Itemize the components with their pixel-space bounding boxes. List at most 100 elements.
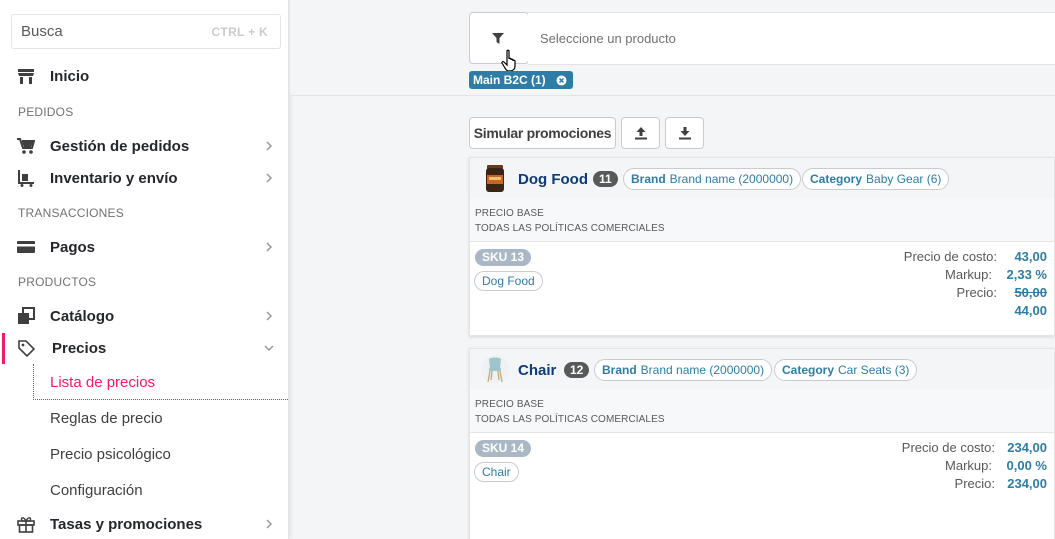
price-value: 234,00 (1007, 476, 1047, 491)
filter-button[interactable] (469, 12, 529, 72)
price-row: Precio: 234,00 (955, 476, 1047, 491)
section-productos: PRODUCTOS (18, 275, 97, 289)
nav-pagos[interactable]: Pagos (0, 232, 288, 262)
search-input[interactable] (12, 15, 192, 48)
upload-icon (634, 127, 647, 140)
cost-row: Precio de costo: 43,00 (904, 249, 1047, 264)
markup-value: 0,00 % (1006, 458, 1047, 473)
chevron-right-icon (266, 519, 273, 529)
markup-row: Markup: 0,00 % (945, 458, 1047, 473)
sub-item-lista-precios-label[interactable]: Lista de precios (50, 374, 155, 391)
download-icon (678, 127, 691, 140)
price-new-row: 44,00 (997, 303, 1047, 318)
product-card: Dog Food 11 Brand Brand name (2000000) Ca… (469, 157, 1055, 336)
price-label: Precio: (954, 476, 995, 491)
cost-value: 43,00 (1014, 249, 1047, 264)
nav-tasas-label: Tasas y promociones (50, 516, 203, 533)
nav-gestion-pedidos[interactable]: Gestión de pedidos (0, 131, 288, 161)
sku-name-pill[interactable]: Dog Food (474, 271, 543, 291)
brand-label: Brand (631, 172, 666, 186)
sku-name-pill[interactable]: Chair (474, 462, 519, 482)
markup-row: Markup: 2,33 % (945, 267, 1047, 282)
price-row: Precio: 50,00 (957, 285, 1047, 300)
price-old-value: 50,00 (1014, 285, 1047, 300)
cost-label: Precio de costo: (903, 249, 997, 264)
markup-value: 2,33 % (1006, 267, 1047, 282)
section-transacciones: TRANSACCIONES (18, 206, 124, 220)
markup-label: Markup: (945, 267, 992, 282)
chevron-right-icon (266, 141, 273, 151)
brand-value: Brand name (2000000) (640, 363, 765, 377)
product-thumbnail (481, 355, 509, 383)
price-base-title: PRECIO BASE (475, 208, 544, 219)
category-label: Category (782, 363, 835, 377)
download-button[interactable] (665, 117, 704, 149)
tag-icon (18, 340, 35, 357)
chevron-right-icon (266, 173, 273, 183)
store-icon (18, 69, 34, 84)
section-pedidos: PEDIDOS (18, 105, 74, 119)
upload-button[interactable] (621, 117, 660, 149)
filter-chip[interactable]: Main B2C (1) (469, 71, 573, 89)
sub-item-reglas-precio[interactable]: Reglas de precio (50, 410, 163, 427)
cost-value: 234,00 (1007, 440, 1047, 455)
product-card-header: Dog Food 11 Brand Brand name (2000000) Ca… (470, 158, 1054, 198)
nav-inicio[interactable]: Inicio (0, 61, 288, 91)
search-box[interactable]: CTRL + K (11, 14, 281, 49)
chevron-down-icon (264, 345, 274, 352)
product-select-input[interactable] (528, 13, 1055, 64)
cart-icon (17, 138, 35, 154)
product-thumbnail (486, 165, 504, 192)
nav-inventario[interactable]: Inventario y envío (0, 163, 288, 193)
brand-pill[interactable]: Brand Brand name (2000000) (594, 359, 773, 381)
filter-chip-label: Main B2C (1) (473, 73, 546, 87)
sku-row: SKU 13 Dog Food Precio de costo: 43,00 M… (470, 242, 1054, 335)
price-base-title: PRECIO BASE (475, 399, 544, 410)
brand-pill[interactable]: Brand Brand name (2000000) (623, 168, 802, 190)
nav-precios[interactable]: Precios (0, 333, 288, 363)
sub-item-precio-psicologico[interactable]: Precio psicológico (50, 446, 171, 463)
sku-badge: SKU 13 (475, 249, 532, 266)
chevron-right-icon (266, 311, 273, 321)
close-icon[interactable] (556, 75, 567, 86)
cost-label: Precio de costo: (901, 440, 995, 455)
brand-value: Brand name (2000000) (669, 172, 794, 186)
category-label: Category (810, 172, 863, 186)
price-new-value: 44,00 (1014, 303, 1047, 318)
product-name[interactable]: Dog Food (518, 171, 588, 188)
credit-card-icon (17, 241, 35, 253)
nav-tasas[interactable]: Tasas y promociones (0, 509, 288, 539)
price-base-policies: TODAS LAS POLÍTICAS COMERCIALES (475, 223, 665, 234)
catalog-icon (18, 307, 35, 324)
category-value: Baby Gear (6) (866, 172, 942, 186)
chevron-right-icon (266, 242, 273, 252)
sku-row: SKU 14 Chair Precio de costo: 234,00 Mar… (470, 433, 1054, 539)
simular-promociones-button[interactable]: Simular promociones (469, 117, 616, 149)
sku-badge: SKU 14 (475, 440, 532, 457)
nav-precios-label: Precios (52, 340, 107, 357)
forklift-icon (18, 170, 34, 187)
nav-catalogo[interactable]: Catálogo (0, 301, 288, 331)
nav-catalogo-label: Catálogo (50, 308, 115, 325)
brand-label: Brand (602, 363, 637, 377)
price-base-policies: TODAS LAS POLÍTICAS COMERCIALES (475, 414, 665, 425)
filter-icon (492, 33, 504, 44)
product-name[interactable]: Chair (518, 362, 556, 379)
product-id-badge: 11 (593, 171, 618, 187)
category-pill[interactable]: Category Car Seats (3) (774, 359, 918, 381)
sub-item-configuracion[interactable]: Configuración (50, 482, 143, 499)
nav-pagos-label: Pagos (50, 239, 96, 256)
product-id-badge: 12 (564, 362, 590, 378)
product-select[interactable] (528, 12, 1055, 65)
product-card: Chair 12 Brand Brand name (2000000) Categ… (469, 348, 1055, 539)
product-card-header: Chair 12 Brand Brand name (2000000) Categ… (470, 349, 1054, 389)
nav-inventario-label: Inventario y envío (50, 170, 178, 187)
price-label: Precio: (956, 285, 997, 300)
search-shortcut: CTRL + K (211, 25, 268, 39)
category-pill[interactable]: Category Baby Gear (6) (802, 168, 950, 190)
markup-label: Markup: (945, 458, 992, 473)
category-value: Car Seats (3) (838, 363, 910, 377)
pointer-hand-icon (501, 49, 516, 72)
cost-row: Precio de costo: 234,00 (902, 440, 1047, 455)
nav-gestion-pedidos-label: Gestión de pedidos (50, 138, 190, 155)
